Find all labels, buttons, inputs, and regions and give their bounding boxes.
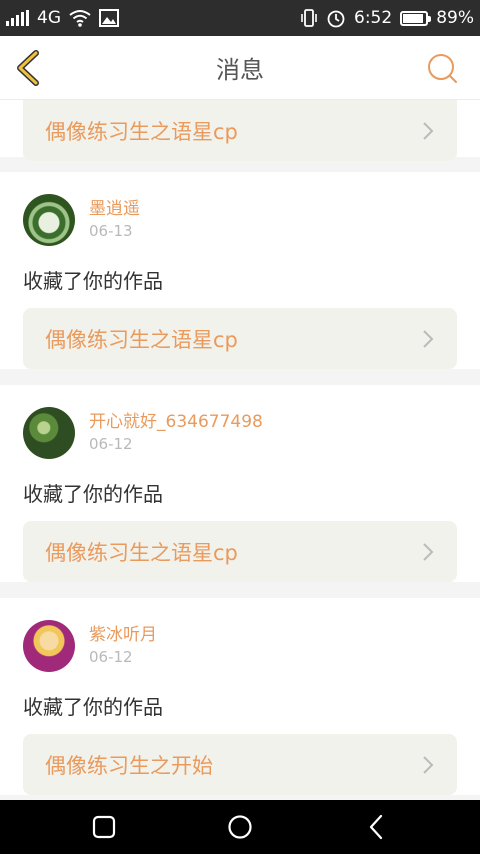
battery-percent: 89% [436,8,474,28]
user-meta: 紫冰听月 06-12 [89,625,157,667]
user-row: 开心就好_634677498 06-12 [23,385,457,459]
header: 消息 [0,36,480,100]
recent-apps-button[interactable] [89,812,119,842]
username[interactable]: 紫冰听月 [89,625,157,645]
work-title: 偶像练习生之开始 [45,753,213,778]
message-card: 偶像练习生之语星cp [0,100,480,161]
chevron-right-icon [423,755,434,774]
action-text: 收藏了你的作品 [23,269,163,293]
username[interactable]: 墨逍遥 [89,199,140,219]
status-right: 6:52 89% [300,8,474,28]
page-title: 消息 [216,56,264,84]
back-button[interactable] [14,50,44,86]
image-notification-icon [99,9,119,27]
user-meta: 墨逍遥 06-13 [89,199,140,241]
work-link[interactable]: 偶像练习生之语星cp [23,100,457,161]
message-card: 墨逍遥 06-13 收藏了你的作品 偶像练习生之语星cp [0,172,480,369]
status-bar: 4G 6:52 89% [0,0,480,36]
work-title: 偶像练习生之语星cp [45,540,238,565]
message-list[interactable]: 偶像练习生之语星cp 墨逍遥 06-13 收藏了你的作品 偶像练习生之语星cp … [0,100,480,800]
user-meta: 开心就好_634677498 06-12 [89,412,263,454]
avatar[interactable] [23,407,75,459]
work-title: 偶像练习生之语星cp [45,119,238,144]
network-type: 4G [37,8,61,28]
chevron-right-icon [423,542,434,561]
message-date: 06-13 [89,222,133,240]
message-card: 紫冰听月 06-12 收藏了你的作品 偶像练习生之开始 [0,598,480,795]
action-text: 收藏了你的作品 [23,482,163,506]
chevron-right-icon [423,121,434,140]
wifi-icon [69,10,91,27]
work-link[interactable]: 偶像练习生之语星cp [23,308,457,369]
back-nav-button[interactable] [362,812,392,842]
message-date: 06-12 [89,435,133,453]
avatar[interactable] [23,620,75,672]
home-button[interactable] [225,812,255,842]
action-text: 收藏了你的作品 [23,695,163,719]
vibrate-icon [301,9,317,27]
clock: 6:52 [354,8,393,28]
user-row: 墨逍遥 06-13 [23,172,457,246]
avatar[interactable] [23,194,75,246]
username[interactable]: 开心就好_634677498 [89,412,263,432]
battery-icon [400,10,432,26]
alarm-icon [327,10,345,28]
message-card: 开心就好_634677498 06-12 收藏了你的作品 偶像练习生之语星cp [0,385,480,582]
work-link[interactable]: 偶像练习生之语星cp [23,521,457,582]
search-icon[interactable] [426,52,460,86]
signal-icon [6,10,29,26]
chevron-right-icon [423,329,434,348]
work-title: 偶像练习生之语星cp [45,327,238,352]
message-date: 06-12 [89,648,133,666]
user-row: 紫冰听月 06-12 [23,598,457,672]
status-left: 4G [6,8,119,28]
navigation-bar [0,800,480,854]
work-link[interactable]: 偶像练习生之开始 [23,734,457,795]
